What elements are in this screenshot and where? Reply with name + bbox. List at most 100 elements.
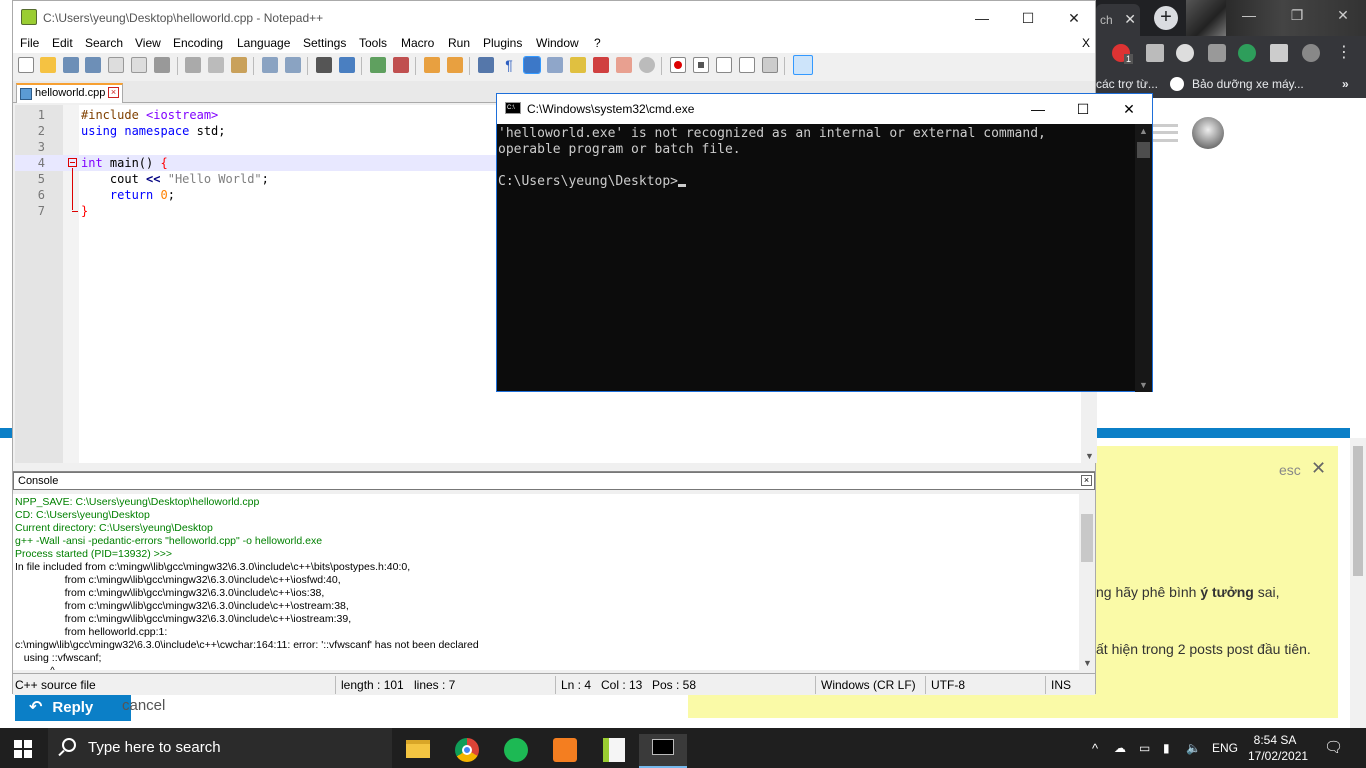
close-all-icon[interactable] xyxy=(131,57,147,73)
run-macro-multiple-icon[interactable] xyxy=(739,57,755,73)
close-document-icon[interactable]: X xyxy=(1082,36,1090,50)
spotify-icon[interactable] xyxy=(492,734,540,768)
menu-file[interactable]: File xyxy=(20,36,39,50)
file-explorer-icon[interactable] xyxy=(394,734,442,768)
browser-tab[interactable]: ch ✕ xyxy=(1096,4,1140,36)
browser-menu-icon[interactable]: ⋮ xyxy=(1336,42,1352,62)
menu-plugins[interactable]: Plugins xyxy=(483,36,522,50)
print-icon[interactable] xyxy=(154,57,170,73)
menu-macro[interactable]: Macro xyxy=(401,36,434,50)
menu-tools[interactable]: Tools xyxy=(359,36,387,50)
more-bookmarks-icon[interactable]: » xyxy=(1342,77,1349,91)
print-extension-icon[interactable] xyxy=(1146,44,1164,62)
scroll-down-icon[interactable]: ▼ xyxy=(1085,451,1094,461)
redo-icon[interactable] xyxy=(285,57,301,73)
scrollbar-thumb[interactable] xyxy=(1081,514,1093,562)
status-encoding[interactable]: UTF-8 xyxy=(931,678,965,692)
menu-edit[interactable]: Edit xyxy=(52,36,73,50)
bookmark-item[interactable]: các trợ từ... xyxy=(1096,77,1158,91)
notepadpp-taskbar-icon[interactable] xyxy=(590,734,638,768)
save-all-icon[interactable] xyxy=(85,57,101,73)
profile-avatar[interactable] xyxy=(1302,44,1320,62)
close-console-icon[interactable]: × xyxy=(1081,475,1092,486)
taskbar-search[interactable]: Type here to search xyxy=(48,728,392,768)
menu-help[interactable]: ? xyxy=(594,36,601,50)
console-toggle-icon[interactable] xyxy=(793,55,813,75)
clock[interactable]: 8:54 SA 17/02/2021 xyxy=(1248,732,1308,764)
battery-icon[interactable]: ▮ xyxy=(1163,741,1170,755)
new-tab-button[interactable]: + xyxy=(1154,6,1178,30)
onedrive-icon[interactable]: ☁ xyxy=(1114,741,1126,755)
minimize-icon[interactable]: — xyxy=(1226,0,1272,30)
find-icon[interactable] xyxy=(316,57,332,73)
speed-extension-icon[interactable] xyxy=(1176,44,1194,62)
bookmark-item[interactable]: Bảo dưỡng xe máy... xyxy=(1192,77,1304,91)
indent-guide-icon[interactable] xyxy=(523,56,541,74)
paste-icon[interactable] xyxy=(231,57,247,73)
close-window-icon[interactable]: ✕ xyxy=(1320,0,1366,30)
reply-button[interactable]: ↶ Reply xyxy=(15,691,131,721)
save-macro-icon[interactable] xyxy=(762,57,778,73)
restore-icon[interactable]: ❐ xyxy=(1274,0,1320,30)
puzzle-icon[interactable] xyxy=(1270,44,1288,62)
minimize-icon[interactable]: — xyxy=(1015,96,1061,122)
menu-window[interactable]: Window xyxy=(536,36,579,50)
replace-icon[interactable] xyxy=(339,57,355,73)
notifications-icon[interactable]: 🗨 xyxy=(1324,738,1343,756)
word-wrap-icon[interactable] xyxy=(478,57,494,73)
language-icon[interactable] xyxy=(547,57,563,73)
cmd-output[interactable]: 'helloworld.exe' is not recognized as an… xyxy=(497,124,1135,392)
folder-workspace-icon[interactable] xyxy=(616,57,632,73)
document-map-icon[interactable] xyxy=(570,57,586,73)
close-window-icon[interactable]: ✕ xyxy=(1051,5,1097,31)
stop-macro-icon[interactable] xyxy=(693,57,709,73)
scroll-down-icon[interactable]: ▼ xyxy=(1135,380,1152,390)
menu-view[interactable]: View xyxy=(135,36,161,50)
close-tab-icon[interactable]: ✕ xyxy=(1124,11,1136,28)
console-scrollbar[interactable]: ▼ xyxy=(1079,494,1095,670)
scrollbar-thumb[interactable] xyxy=(1137,142,1150,158)
shield-extension-icon[interactable] xyxy=(1208,44,1226,62)
minimize-icon[interactable]: — xyxy=(959,5,1005,31)
status-eol[interactable]: Windows (CR LF) xyxy=(821,678,916,692)
menu-encoding[interactable]: Encoding xyxy=(173,36,223,50)
scroll-up-icon[interactable]: ▲ xyxy=(1135,126,1152,136)
menu-search[interactable]: Search xyxy=(85,36,123,50)
show-all-characters-icon[interactable]: ¶ xyxy=(501,57,517,73)
menu-language[interactable]: Language xyxy=(237,36,290,50)
play-macro-icon[interactable] xyxy=(716,57,732,73)
new-file-icon[interactable] xyxy=(18,57,34,73)
network-icon[interactable]: ▭ xyxy=(1139,741,1150,755)
close-file-icon[interactable] xyxy=(108,57,124,73)
fold-collapse-icon[interactable] xyxy=(68,158,77,167)
menu-run[interactable]: Run xyxy=(448,36,470,50)
volume-icon[interactable]: 🔈 xyxy=(1186,741,1201,755)
close-tab-icon[interactable]: × xyxy=(108,87,119,98)
copy-icon[interactable] xyxy=(208,57,224,73)
zoom-in-icon[interactable] xyxy=(370,57,386,73)
status-insert-mode[interactable]: INS xyxy=(1051,678,1071,692)
keyboard-language[interactable]: ENG xyxy=(1212,741,1238,755)
cmd-taskbar-icon[interactable] xyxy=(639,734,687,768)
menu-settings[interactable]: Settings xyxy=(303,36,346,50)
zoom-out-icon[interactable] xyxy=(393,57,409,73)
show-hidden-icons-icon[interactable]: ^ xyxy=(1092,741,1098,756)
hamburger-menu-icon[interactable] xyxy=(1152,124,1178,142)
close-note-icon[interactable]: ✕ xyxy=(1311,458,1326,479)
scroll-down-icon[interactable]: ▼ xyxy=(1083,658,1092,668)
maximize-icon[interactable]: ☐ xyxy=(1060,96,1106,122)
undo-icon[interactable] xyxy=(262,57,278,73)
sync-vertical-icon[interactable] xyxy=(424,57,440,73)
monitoring-eye-icon[interactable] xyxy=(639,57,655,73)
sync-horizontal-icon[interactable] xyxy=(447,57,463,73)
record-macro-icon[interactable] xyxy=(670,57,686,73)
translate-extension-icon[interactable] xyxy=(1238,44,1256,62)
pdf-reader-icon[interactable] xyxy=(541,734,589,768)
cancel-link[interactable]: cancel xyxy=(122,697,165,714)
windows-start-icon[interactable] xyxy=(14,740,32,758)
save-icon[interactable] xyxy=(63,57,79,73)
document-tab[interactable]: helloworld.cpp × xyxy=(16,83,123,103)
user-avatar[interactable] xyxy=(1192,117,1224,149)
cut-icon[interactable] xyxy=(185,57,201,73)
console-output[interactable]: NPP_SAVE: C:\Users\yeung\Desktop\hellowo… xyxy=(13,494,1079,670)
